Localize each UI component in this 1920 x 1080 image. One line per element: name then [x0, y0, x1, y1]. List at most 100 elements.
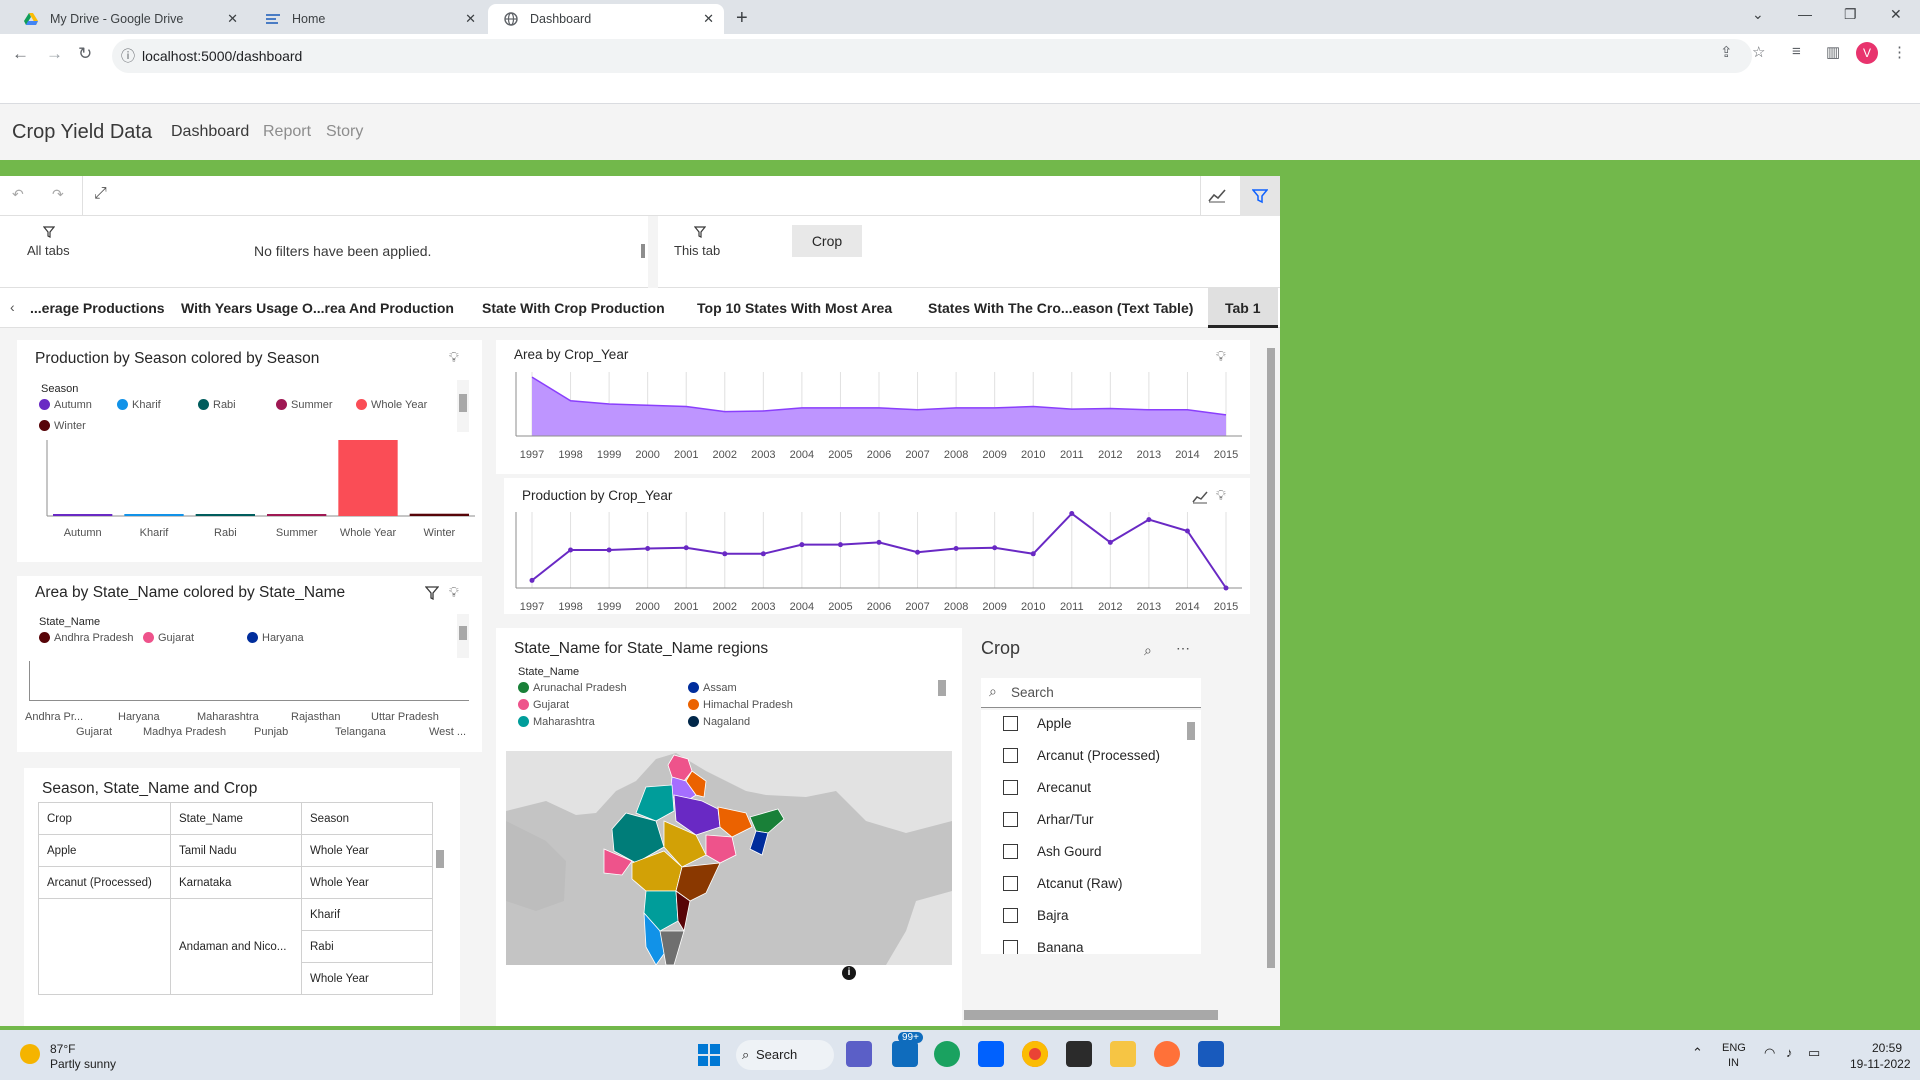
legend-item[interactable]: Whole Year: [356, 399, 427, 411]
nav-report[interactable]: Report: [263, 123, 311, 141]
india-map[interactable]: [506, 751, 952, 965]
tab-states-crop-season[interactable]: States With The Cro...eason (Text Table): [928, 300, 1193, 316]
legend-item[interactable]: Gujarat: [518, 699, 569, 711]
legend-item[interactable]: Nagaland: [688, 716, 750, 728]
chevron-left-icon[interactable]: ‹: [10, 299, 15, 315]
crop-search-input[interactable]: ⌕ Search: [981, 678, 1201, 708]
close-tab-icon[interactable]: ✕: [703, 4, 714, 34]
filter-toggle-button[interactable]: [1240, 176, 1280, 216]
tab-state-crop-production[interactable]: State With Crop Production: [482, 300, 665, 316]
tab-years-usage[interactable]: With Years Usage O...rea And Production: [181, 300, 454, 316]
tab-search-icon[interactable]: ⌄: [1752, 6, 1764, 23]
scrollbar-thumb[interactable]: [1267, 348, 1275, 968]
map-info-icon[interactable]: i: [842, 966, 856, 980]
fullscreen-icon[interactable]: ⤢: [94, 185, 107, 203]
weather-temp[interactable]: 87°F: [50, 1042, 75, 1056]
search-icon[interactable]: ⌕: [1144, 642, 1152, 659]
bookmark-star-icon[interactable]: ☆: [1752, 43, 1765, 61]
insight-bulb-icon[interactable]: 💡︎: [449, 349, 459, 366]
legend-scrollbar[interactable]: [457, 380, 469, 432]
crop-option-label[interactable]: Arcanut (Processed): [1037, 748, 1160, 763]
new-tab-icon[interactable]: +: [736, 4, 748, 32]
filter-pane-splitter[interactable]: [641, 244, 645, 258]
insight-bulb-icon[interactable]: 💡︎: [449, 584, 459, 601]
insight-bulb-icon[interactable]: 💡︎: [1216, 487, 1226, 504]
crop-option-label[interactable]: Ash Gourd: [1037, 844, 1102, 859]
firefox-icon[interactable]: [1154, 1041, 1180, 1067]
url-field[interactable]: ⓘ localhost:5000/dashboard: [112, 39, 1752, 73]
legend-item[interactable]: Gujarat: [143, 632, 194, 644]
site-info-icon[interactable]: ⓘ: [121, 39, 135, 73]
tab-1[interactable]: Tab 1: [1208, 288, 1278, 328]
dropbox-icon[interactable]: [978, 1041, 1004, 1067]
table-row[interactable]: Andaman and Nico... Kharif: [38, 898, 433, 995]
minimize-icon[interactable]: —: [1798, 6, 1812, 22]
legend-item[interactable]: Summer: [276, 399, 333, 411]
terminal-icon[interactable]: [1066, 1041, 1092, 1067]
filter-icon[interactable]: [425, 586, 439, 600]
checkbox[interactable]: [1003, 716, 1018, 731]
table-row[interactable]: Apple Tamil Nadu Whole Year: [38, 834, 433, 867]
checkbox[interactable]: [1003, 908, 1018, 923]
chevron-up-icon[interactable]: ⌃: [1692, 1045, 1703, 1061]
column-header[interactable]: Season: [301, 802, 433, 835]
mail-icon[interactable]: [892, 1041, 918, 1067]
share-icon[interactable]: ⇪: [1720, 43, 1733, 61]
restore-icon[interactable]: ❐: [1844, 6, 1857, 23]
checkbox[interactable]: [1003, 844, 1018, 859]
forward-icon[interactable]: →: [46, 44, 63, 64]
browser-tab-drive[interactable]: My Drive - Google Drive ✕: [8, 4, 248, 34]
crop-option-label[interactable]: Atcanut (Raw): [1037, 876, 1123, 891]
legend-item[interactable]: Winter: [39, 420, 86, 432]
volume-icon[interactable]: ♪: [1786, 1045, 1793, 1060]
redo-icon[interactable]: ↷: [52, 186, 64, 203]
clock-time[interactable]: 20:59: [1872, 1041, 1902, 1055]
profile-avatar[interactable]: V: [1856, 42, 1878, 64]
crop-option-label[interactable]: Arecanut: [1037, 780, 1091, 795]
legend-scrollbar[interactable]: [457, 614, 469, 658]
close-window-icon[interactable]: ✕: [1890, 6, 1902, 23]
legend-item[interactable]: Maharashtra: [518, 716, 595, 728]
crop-filter-chip[interactable]: Crop: [792, 225, 862, 257]
checkbox[interactable]: [1003, 812, 1018, 827]
more-options-icon[interactable]: ⋯: [1176, 640, 1190, 657]
board-scrollbar[interactable]: [1264, 328, 1278, 1026]
chrome-icon[interactable]: [1022, 1041, 1048, 1067]
legend-item[interactable]: Haryana: [247, 632, 304, 644]
list-scrollbar[interactable]: [1185, 712, 1197, 950]
checkbox[interactable]: [1003, 940, 1018, 954]
undo-icon[interactable]: ↶: [12, 186, 24, 203]
language-region[interactable]: IN: [1728, 1057, 1739, 1069]
nav-dashboard[interactable]: Dashboard: [171, 123, 249, 141]
close-tab-icon[interactable]: ✕: [227, 4, 238, 34]
language-code[interactable]: ENG: [1722, 1042, 1746, 1054]
tab-average-productions[interactable]: ...erage Productions: [30, 300, 165, 316]
browser-tab-dashboard[interactable]: Dashboard ✕: [488, 4, 724, 34]
teams-chat-icon[interactable]: [846, 1041, 872, 1067]
insight-bulb-icon[interactable]: 💡︎: [1216, 348, 1226, 365]
legend-item[interactable]: Assam: [688, 682, 737, 694]
browser-tab-home[interactable]: Home ✕: [250, 4, 486, 34]
checkbox[interactable]: [1003, 780, 1018, 795]
column-header[interactable]: State_Name: [170, 802, 302, 835]
legend-item[interactable]: Arunachal Pradesh: [518, 682, 627, 694]
clock-date[interactable]: 19-11-2022: [1850, 1057, 1911, 1071]
legend-item[interactable]: Andhra Pradesh: [39, 632, 134, 644]
weather-status[interactable]: Partly sunny: [50, 1057, 116, 1071]
table-row[interactable]: Arcanut (Processed) Karnataka Whole Year: [38, 866, 433, 899]
chart-insights-icon[interactable]: [1208, 187, 1226, 203]
legend-item[interactable]: Rabi: [198, 399, 236, 411]
back-icon[interactable]: ←: [12, 44, 29, 64]
nav-story[interactable]: Story: [326, 123, 363, 141]
file-explorer-icon[interactable]: [1110, 1041, 1136, 1067]
table-scrollbar[interactable]: [434, 836, 446, 986]
reading-list-icon[interactable]: ≡: [1792, 43, 1801, 60]
crop-option-label[interactable]: Bajra: [1037, 908, 1069, 923]
crop-option-label[interactable]: Arhar/Tur: [1037, 812, 1094, 827]
horizontal-scrollbar[interactable]: [964, 1010, 1218, 1020]
tab-top10-states[interactable]: Top 10 States With Most Area: [697, 300, 892, 316]
checkbox[interactable]: [1003, 748, 1018, 763]
side-panel-icon[interactable]: ▥: [1826, 43, 1840, 61]
windows-start-icon[interactable]: [698, 1044, 720, 1066]
chart-insights-icon[interactable]: [1192, 490, 1208, 504]
